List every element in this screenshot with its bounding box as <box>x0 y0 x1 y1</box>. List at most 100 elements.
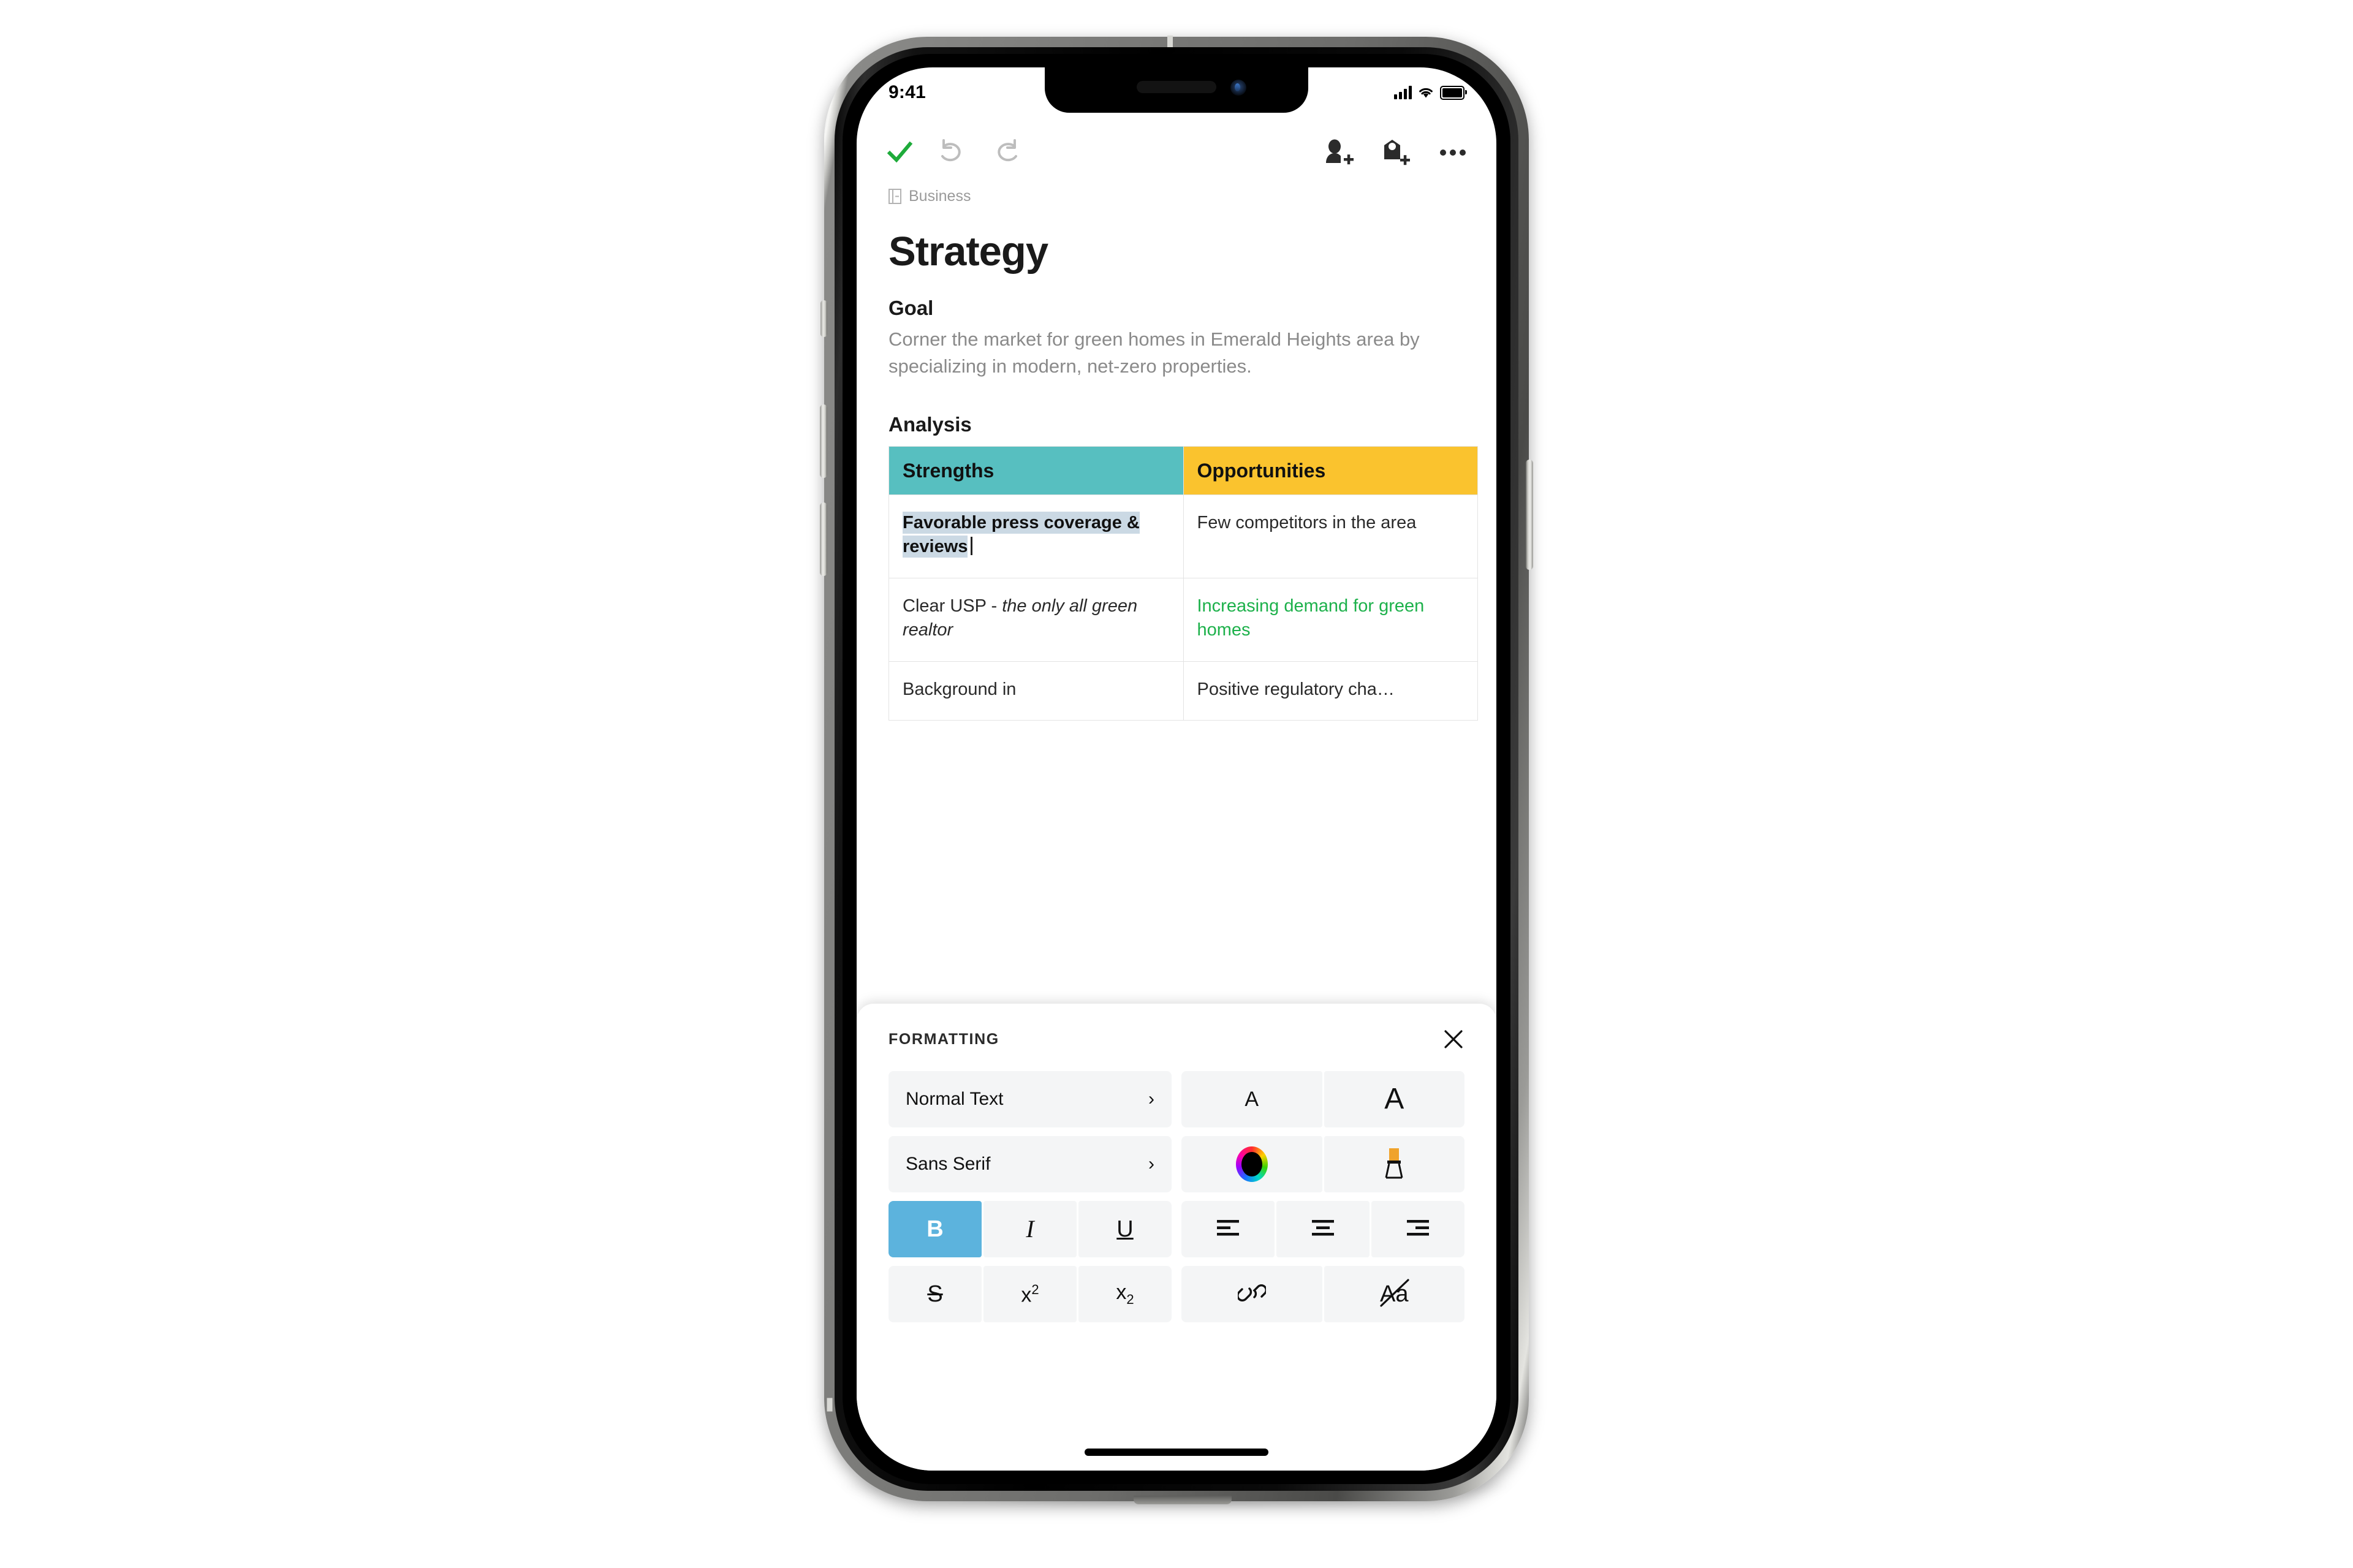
antenna-band-bottom <box>827 1398 833 1412</box>
increase-font-size-button[interactable]: A <box>1324 1071 1464 1127</box>
italic-icon: I <box>1026 1215 1034 1243</box>
cell-text-prefix: Clear USP - <box>903 596 1002 616</box>
italic-button[interactable]: I <box>983 1201 1077 1257</box>
alignment-group <box>1181 1201 1464 1257</box>
table-row: Favorable press coverage & reviews Few c… <box>889 494 1478 578</box>
decrease-font-size-button[interactable]: A <box>1181 1071 1322 1127</box>
cell-strength-1[interactable]: Favorable press coverage & reviews <box>889 494 1184 578</box>
cell-strength-2[interactable]: Clear USP - the only all green realtor <box>889 577 1184 662</box>
editor-toolbar <box>857 126 1496 179</box>
cell-opportunity-1[interactable]: Few competitors in the area <box>1183 494 1478 578</box>
formatting-panel-title: FORMATTING <box>889 1030 999 1048</box>
align-left-icon <box>1214 1218 1241 1241</box>
subscript-button[interactable]: x2 <box>1078 1266 1172 1322</box>
strikethrough-icon: S <box>927 1281 943 1307</box>
formatting-row-3: B I U <box>889 1201 1464 1257</box>
add-person-icon[interactable] <box>1324 138 1354 167</box>
formatting-row-1: Normal Text › A A <box>889 1071 1464 1127</box>
volume-up-button[interactable] <box>820 404 827 478</box>
toolbar-left-group <box>886 139 1021 166</box>
notebook-icon <box>889 189 901 204</box>
analysis-heading[interactable]: Analysis <box>889 413 1464 436</box>
align-right-icon <box>1404 1218 1431 1241</box>
swot-table: Strengths Opportunities Favorable press … <box>889 446 1478 721</box>
font-family-selector[interactable]: Sans Serif › <box>889 1136 1172 1192</box>
chevron-right-icon: › <box>1148 1154 1154 1174</box>
formatting-panel-header: FORMATTING <box>875 1004 1478 1050</box>
volume-down-button[interactable] <box>820 502 827 576</box>
wifi-icon <box>1418 86 1434 99</box>
table-header-row: Strengths Opportunities <box>889 446 1478 496</box>
underline-button[interactable]: U <box>1078 1201 1172 1257</box>
more-options-icon[interactable] <box>1439 146 1467 159</box>
goal-text[interactable]: Corner the market for green homes in Eme… <box>889 326 1464 380</box>
cell-opportunity-2[interactable]: Increasing demand for green homes <box>1183 577 1478 662</box>
align-center-button[interactable] <box>1276 1201 1370 1257</box>
paragraph-style-group: Normal Text › <box>889 1071 1172 1127</box>
align-left-button[interactable] <box>1181 1201 1275 1257</box>
small-a-icon: A <box>1245 1088 1259 1111</box>
phone-device: 9:41 Business Strategy Goal Corner the m… <box>820 36 1533 1513</box>
superscript-button[interactable]: x2 <box>983 1266 1077 1322</box>
status-time: 9:41 <box>889 82 926 102</box>
home-indicator[interactable] <box>1085 1449 1268 1456</box>
cell-opportunity-3[interactable]: Positive regulatory cha… <box>1183 661 1478 721</box>
earpiece-speaker-icon <box>1137 81 1216 93</box>
highlighter-button[interactable] <box>1324 1136 1464 1192</box>
breadcrumb[interactable]: Business <box>889 187 1464 205</box>
power-button[interactable] <box>1526 460 1533 570</box>
done-check-icon[interactable] <box>886 139 913 166</box>
table-row: Background in Positive regulatory cha… <box>889 661 1478 721</box>
text-style-group: B I U <box>889 1201 1172 1257</box>
phone-screen: 9:41 Business Strategy Goal Corner the m… <box>857 67 1496 1471</box>
link-clear-group: Aa <box>1181 1266 1464 1322</box>
table-header-opportunities[interactable]: Opportunities <box>1183 446 1478 496</box>
battery-full-icon <box>1440 85 1467 100</box>
color-wheel-icon <box>1235 1146 1268 1182</box>
selected-text: Favorable press coverage & reviews <box>903 512 1140 558</box>
cell-strength-3[interactable]: Background in <box>889 661 1184 721</box>
superscript-icon: x2 <box>1021 1281 1039 1307</box>
toolbar-right-group <box>1324 138 1467 167</box>
notch <box>1045 67 1308 113</box>
chevron-right-icon: › <box>1148 1089 1154 1109</box>
large-a-icon: A <box>1384 1083 1404 1115</box>
strikethrough-button[interactable]: S <box>889 1266 982 1322</box>
align-center-icon <box>1309 1218 1336 1241</box>
redo-icon[interactable] <box>991 139 1021 166</box>
mute-switch[interactable] <box>820 300 827 337</box>
bottom-speaker <box>1134 1496 1232 1504</box>
text-caret <box>971 537 973 556</box>
paragraph-style-value: Normal Text <box>906 1089 1004 1109</box>
font-size-group: A A <box>1181 1071 1464 1127</box>
cellular-signal-icon <box>1394 86 1412 99</box>
status-indicators <box>1394 85 1467 100</box>
table-header-strengths[interactable]: Strengths <box>889 446 1184 496</box>
close-icon[interactable] <box>1442 1028 1464 1050</box>
text-color-button[interactable] <box>1181 1136 1322 1192</box>
clear-formatting-button[interactable]: Aa <box>1324 1266 1464 1322</box>
underline-icon: U <box>1116 1216 1134 1242</box>
align-right-button[interactable] <box>1371 1201 1464 1257</box>
bold-icon: B <box>926 1216 944 1242</box>
bold-button[interactable]: B <box>889 1201 982 1257</box>
paragraph-style-selector[interactable]: Normal Text › <box>889 1071 1172 1127</box>
formatting-controls: Normal Text › A A Sans Serif › B I U S x… <box>875 1050 1478 1322</box>
breadcrumb-label: Business <box>909 187 971 205</box>
color-group <box>1181 1136 1464 1192</box>
cell-text-green: Increasing demand for green homes <box>1197 596 1425 640</box>
formatting-row-4: S x2 x2 <box>889 1266 1464 1322</box>
add-tag-icon[interactable] <box>1381 138 1412 167</box>
link-icon <box>1236 1281 1267 1308</box>
formatting-row-2: Sans Serif › <box>889 1136 1464 1192</box>
insert-link-button[interactable] <box>1181 1266 1322 1322</box>
front-camera-icon <box>1230 80 1246 96</box>
undo-icon[interactable] <box>938 139 967 166</box>
script-group: S x2 x2 <box>889 1266 1172 1322</box>
page-title[interactable]: Strategy <box>889 231 1464 272</box>
table-row: Clear USP - the only all green realtor I… <box>889 577 1478 662</box>
font-family-group: Sans Serif › <box>889 1136 1172 1192</box>
highlighter-icon <box>1380 1146 1408 1183</box>
formatting-panel: FORMATTING Normal Text › A A Sans Serif … <box>857 1004 1496 1471</box>
goal-heading[interactable]: Goal <box>889 297 1464 320</box>
